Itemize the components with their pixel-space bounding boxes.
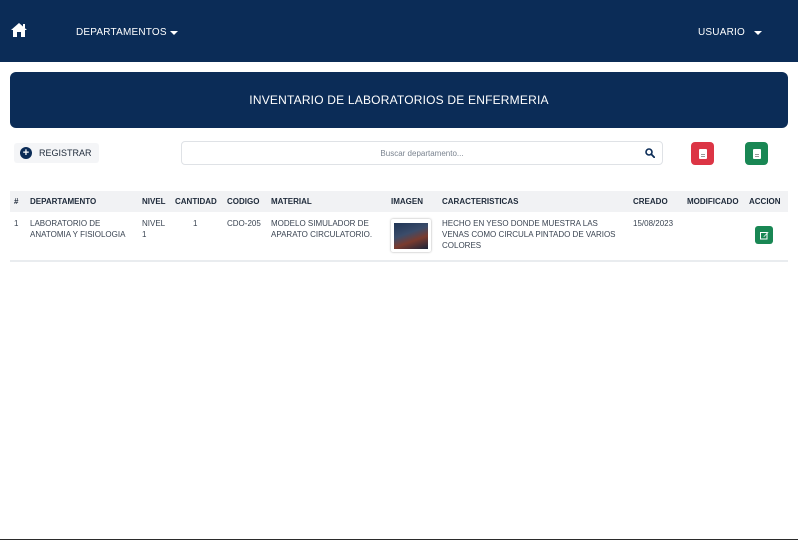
column-header: CODIGO [227, 197, 260, 206]
register-label: REGISTRAR [39, 148, 92, 158]
cell-modificado [683, 212, 745, 261]
chevron-down-icon [169, 30, 178, 35]
table-header-row: # DEPARTAMENTO NIVEL CANTIDAD CODIGO MAT… [10, 191, 788, 212]
column-header: DEPARTAMENTO [30, 197, 97, 206]
material-thumbnail[interactable] [391, 219, 431, 252]
column-header: CREADO [633, 197, 668, 206]
export-pdf-button[interactable] [691, 142, 714, 165]
cell-material: MODELO SIMULADOR DE APARATO CIRCULATORIO… [271, 219, 373, 239]
column-header: # [14, 197, 19, 206]
user-dropdown[interactable]: USUARIO [698, 27, 762, 38]
cell-nivel: NIVEL 1 [142, 219, 165, 239]
inventory-table: # DEPARTAMENTO NIVEL CANTIDAD CODIGO MAT… [10, 191, 788, 262]
home-icon[interactable] [10, 22, 28, 38]
column-header: NIVEL [142, 197, 166, 206]
top-navbar: DEPARTAMENTOS USUARIO [0, 0, 798, 62]
export-excel-button[interactable] [745, 142, 768, 165]
column-header: CANTIDAD [175, 197, 217, 206]
column-header: MODIFICADO [687, 197, 739, 206]
cell-num: 1 [14, 219, 19, 228]
search-input[interactable] [181, 141, 663, 165]
column-header: MATERIAL [271, 197, 312, 206]
column-header: IMAGEN [391, 197, 423, 206]
register-button[interactable]: + REGISTRAR [14, 143, 99, 163]
cell-departamento: LABORATORIO DE ANATOMIA Y FISIOLOGIA [30, 219, 126, 239]
column-header: CARACTERISTICAS [442, 197, 519, 206]
page-title: INVENTARIO DE LABORATORIOS DE ENFERMERIA [249, 93, 549, 107]
cell-cantidad: 1 [193, 219, 198, 228]
chevron-down-icon [753, 30, 762, 35]
thumbnail-image [394, 222, 428, 249]
table-row: 1 LABORATORIO DE ANATOMIA Y FISIOLOGIA N… [10, 212, 788, 261]
cell-codigo: CDO-205 [227, 219, 261, 228]
file-pdf-icon [698, 148, 707, 159]
edit-button[interactable] [755, 226, 773, 244]
plus-circle-icon: + [20, 147, 32, 159]
cell-caracteristicas: HECHO EN YESO DONDE MUESTRA LAS VENAS CO… [442, 219, 616, 250]
page-title-banner: INVENTARIO DE LABORATORIOS DE ENFERMERIA [10, 72, 788, 128]
edit-icon [759, 231, 768, 239]
cell-creado: 15/08/2023 [633, 219, 674, 228]
file-excel-icon [752, 148, 761, 159]
column-header: ACCION [749, 197, 781, 206]
cell-imagen [387, 212, 438, 261]
cell-accion [745, 212, 788, 261]
search-icon[interactable] [645, 148, 655, 158]
departments-label: DEPARTAMENTOS [76, 27, 167, 38]
departments-dropdown[interactable]: DEPARTAMENTOS [76, 27, 178, 38]
user-label: USUARIO [698, 27, 745, 38]
